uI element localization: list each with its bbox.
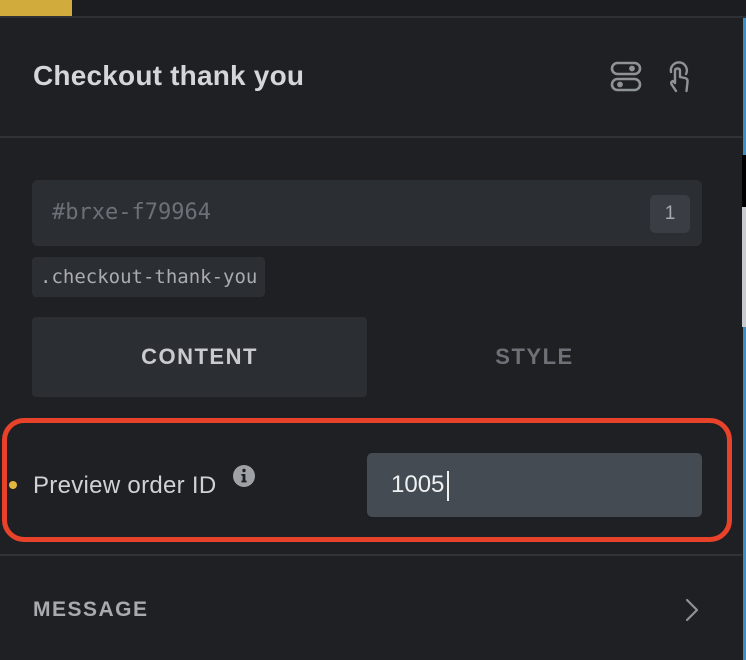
text-caret	[447, 471, 449, 501]
element-id-text: #brxe-f79964	[52, 200, 211, 225]
message-section-header[interactable]: MESSAGE	[0, 560, 742, 660]
class-chip[interactable]: .checkout-thank-you	[32, 257, 266, 297]
element-id-field[interactable]: #brxe-f79964 1	[32, 180, 702, 246]
preview-order-id-input[interactable]	[367, 453, 702, 517]
tab-style[interactable]: STYLE	[367, 317, 702, 397]
id-count-badge: 1	[650, 195, 690, 233]
info-icon[interactable]	[232, 464, 256, 488]
panel-title: Checkout thank you	[33, 60, 305, 91]
panel-header: Checkout thank you	[0, 18, 742, 138]
canvas-edge-light	[742, 207, 746, 327]
builder-panel: Checkout thank you #brxe-f79964 1 .check…	[0, 0, 746, 660]
top-strip	[0, 0, 746, 18]
toggle-icon[interactable]	[610, 60, 642, 94]
accent-block	[0, 0, 72, 16]
pointer-hand-icon[interactable]	[662, 60, 694, 94]
section-title: MESSAGE	[33, 598, 149, 621]
tab-content[interactable]: CONTENT	[32, 317, 367, 397]
canvas-edge-dark	[742, 155, 746, 207]
control-label: Preview order ID	[33, 472, 217, 499]
modified-indicator-dot	[9, 481, 17, 489]
preview-order-id-control: Preview order ID	[0, 418, 742, 556]
chevron-right-icon	[683, 597, 701, 623]
panel-tabs: CONTENT STYLE	[32, 317, 702, 397]
